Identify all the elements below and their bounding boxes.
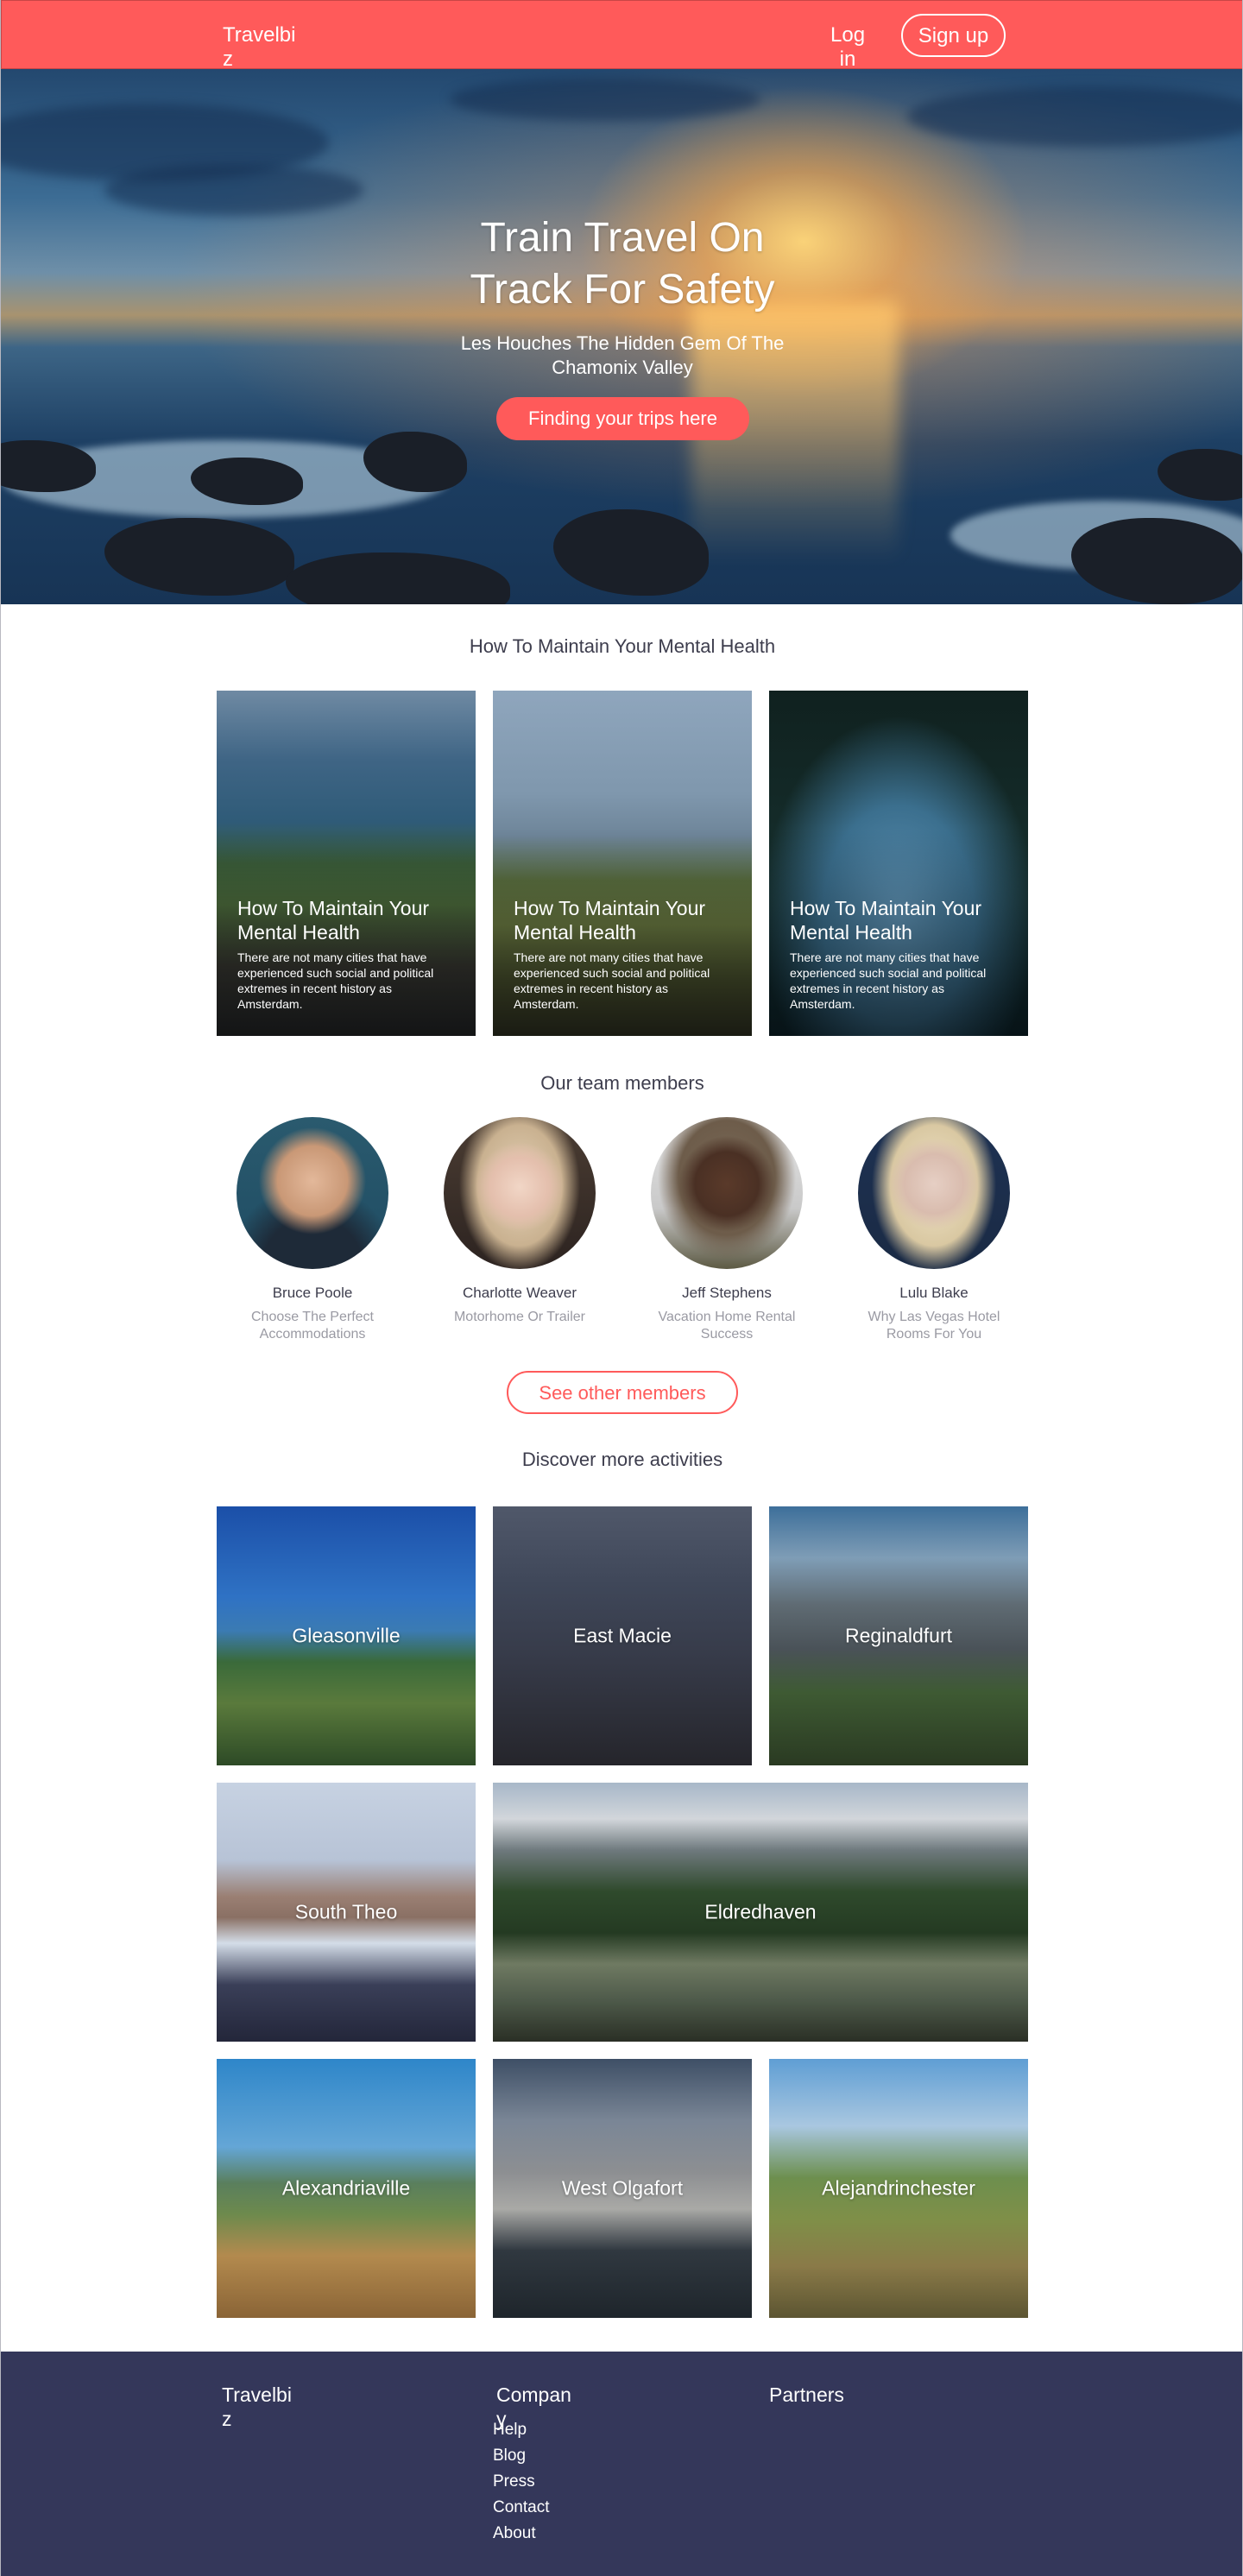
member-name: Bruce Poole [272,1285,353,1301]
avatar[interactable] [858,1117,1010,1269]
hero-cloud [104,164,363,216]
activity-label: East Macie [573,1624,672,1647]
team-member: Charlotte Weaver Motorhome Or Trailer [433,1117,606,1326]
activity-label: Reginaldfurt [844,1624,953,1647]
footer: Travelbiz Company Partners Help Blog Pre… [1,2352,1242,2576]
hero-rock [1071,518,1242,604]
footer-links: Help Blog Press Contact About [493,2417,549,2547]
hero-cloud [907,86,1242,147]
hero-rock [1158,449,1242,501]
activity-label: Alexandriaville [281,2176,411,2200]
find-trips-button[interactable]: Finding your trips here [496,397,749,440]
footer-partners-title: Partners [769,2383,844,2406]
member-role: Vacation Home Rental Success [658,1310,796,1342]
team-member: Lulu Blake Why Las Vegas Hotel Rooms For… [848,1117,1020,1343]
see-other-members-button[interactable]: See other members [507,1371,738,1414]
article-card[interactable]: How To Maintain Your Mental Health There… [217,691,476,1036]
articles-heading: How To Maintain Your Mental Health [469,635,776,657]
footer-link-blog[interactable]: Blog [493,2443,549,2469]
article-card[interactable]: How To Maintain Your Mental Health There… [769,691,1028,1036]
hero-rock [104,518,294,596]
footer-link-contact[interactable]: Contact [493,2495,549,2521]
top-navigation-bar: Travelbiz Log in Sign up [1,0,1242,72]
hero-rock [553,509,709,596]
member-role: Why Las Vegas Hotel Rooms For You [868,1310,1000,1342]
footer-brand[interactable]: Travelbiz [222,2383,300,2431]
activity-tile[interactable]: Alejandrinchester [769,2059,1028,2318]
hero-subtitle: Les Houches The Hidden Gem Of The Chamon… [460,332,785,378]
activity-label: Eldredhaven [704,1900,817,1923]
signup-button[interactable]: Sign up [901,14,1006,57]
hero-cloud [450,78,760,121]
avatar[interactable] [651,1117,803,1269]
hero-rock [1,440,96,492]
activity-label: Gleasonville [292,1624,401,1647]
activity-tile[interactable]: Reginaldfurt [769,1506,1028,1765]
avatar[interactable] [444,1117,596,1269]
article-card[interactable]: How To Maintain Your Mental Health There… [493,691,752,1036]
hero-rock [286,552,510,604]
member-name: Lulu Blake [899,1285,969,1301]
team-member: Jeff Stephens Vacation Home Rental Succe… [640,1117,813,1343]
page: Travelbiz Log in Sign up Train Travel On… [0,0,1243,2576]
activity-tile[interactable]: East Macie [493,1506,752,1765]
footer-link-about[interactable]: About [493,2521,549,2547]
activity-tile[interactable]: West Olgafort [493,2059,752,2318]
footer-link-press[interactable]: Press [493,2469,549,2495]
member-role: Choose The Perfect Accommodations [250,1310,374,1342]
article-card-title: How To Maintain Your Mental Health [237,897,430,944]
article-card-text: There are not many cities that have expe… [790,950,987,1011]
footer-link-help[interactable]: Help [493,2417,549,2443]
activity-label: South Theo [294,1900,398,1923]
article-card-title: How To Maintain Your Mental Health [790,897,982,944]
activities-heading: Discover more activities [521,1449,723,1470]
article-card-text: There are not many cities that have expe… [514,950,710,1011]
member-name: Charlotte Weaver [463,1285,577,1301]
activity-tile[interactable]: Alexandriaville [217,2059,476,2318]
activity-tile[interactable]: South Theo [217,1783,476,2042]
team-heading: Our team members [540,1072,704,1094]
activity-label: Alejandrinchester [822,2176,975,2200]
avatar[interactable] [237,1117,388,1269]
activity-label: West Olgafort [561,2176,684,2200]
activity-tile[interactable]: Eldredhaven [493,1783,1028,2042]
member-name: Jeff Stephens [682,1285,772,1301]
activity-tile[interactable]: Gleasonville [217,1506,476,1765]
article-card-title: How To Maintain Your Mental Health [514,897,706,944]
hero-title: Train Travel On Track For Safety [470,215,775,313]
article-card-text: There are not many cities that have expe… [237,950,434,1011]
login-button[interactable]: Log in [830,23,865,72]
member-role: Motorhome Or Trailer [453,1310,586,1324]
hero-banner: Train Travel On Track For Safety Les Hou… [1,69,1242,604]
team-member: Bruce Poole Choose The Perfect Accommoda… [226,1117,399,1343]
brand-logo[interactable]: Travelbiz [223,23,300,72]
